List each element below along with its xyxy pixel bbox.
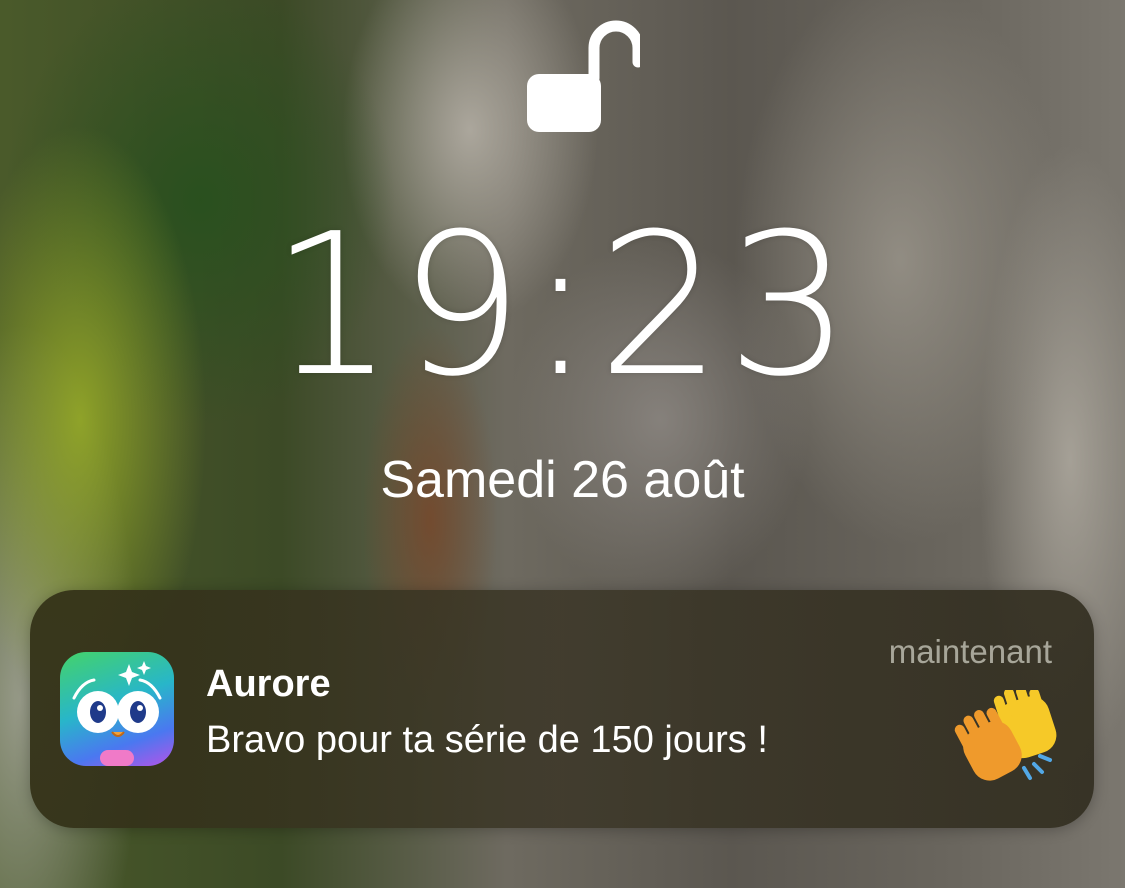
- owl-mascot-icon: [60, 652, 174, 766]
- clapping-hands-icon: [952, 686, 1062, 784]
- notification-title: Aurore: [206, 663, 331, 705]
- notification-card[interactable]: Aurore Bravo pour ta série de 150 jours …: [30, 590, 1094, 828]
- notification-timestamp: maintenant: [888, 633, 1052, 670]
- unlocked-padlock-icon: [520, 18, 644, 136]
- lockscreen-date: Samedi 26 août: [380, 451, 745, 509]
- lockscreen-clock: 19:23: [270, 192, 855, 420]
- notification-message: Bravo pour ta série de 150 jours !: [206, 719, 768, 761]
